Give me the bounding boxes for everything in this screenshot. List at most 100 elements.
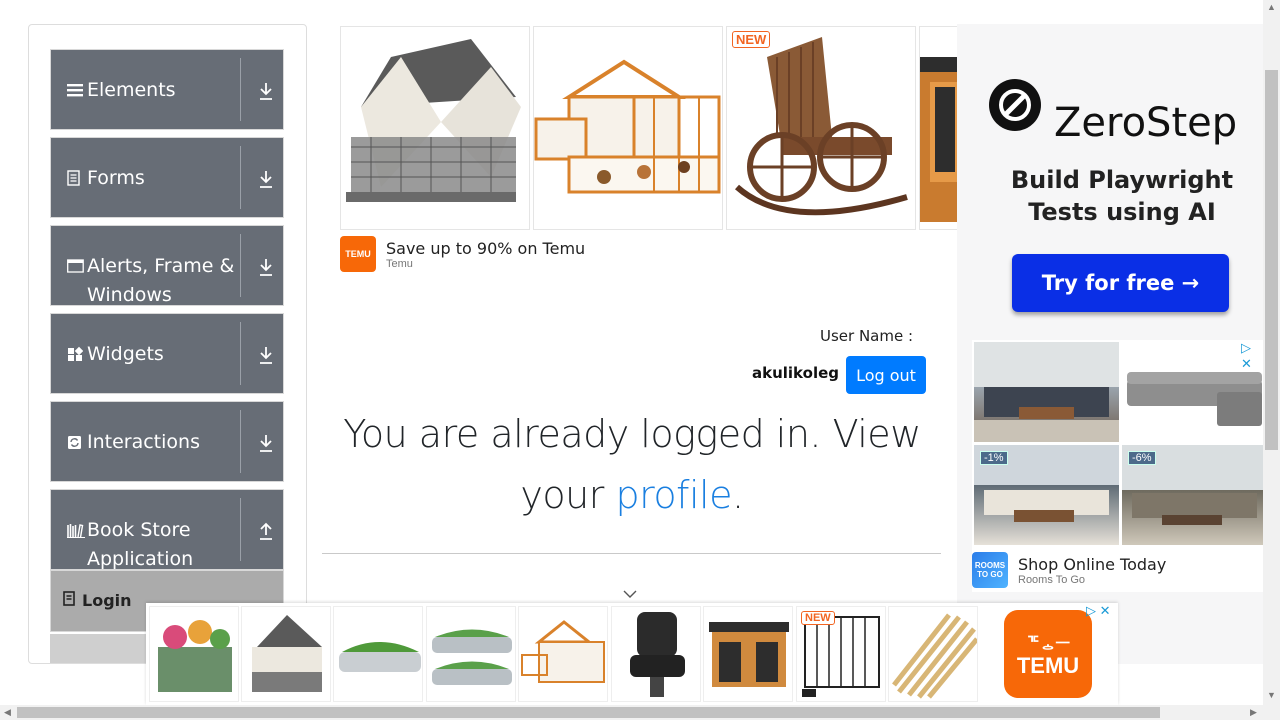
- vertical-scrollbar[interactable]: ▲ ▼: [1263, 0, 1280, 705]
- form-icon: [67, 166, 87, 195]
- scrollbar-thumb[interactable]: [17, 707, 1160, 718]
- ad-product-fence[interactable]: NEW: [796, 606, 886, 702]
- books-icon: [67, 518, 87, 574]
- login-icon: [63, 591, 76, 610]
- sidebar-group-elements[interactable]: Elements: [50, 49, 284, 130]
- sidebar-group-interactions[interactable]: Interactions: [50, 401, 284, 482]
- planter-image: [432, 629, 512, 685]
- ad-product-rocking-chair[interactable]: NEW: [726, 26, 916, 230]
- download-icon: [260, 83, 272, 100]
- sidebar-group-label: Book Store Application: [87, 519, 194, 570]
- sidebar: Elements Forms Alerts, Frame & Windows W…: [28, 24, 307, 664]
- rooms-to-go-ad[interactable]: -1% -6% ROOMS TO GO Shop Online Today Ro…: [972, 340, 1265, 592]
- ad-title: Shop Online Today: [1018, 554, 1167, 574]
- zerostep-logo-icon: [989, 79, 1041, 131]
- ad-product-chicken-coop[interactable]: [533, 26, 723, 230]
- divider: [240, 58, 241, 121]
- ad-source: Temu: [386, 257, 413, 270]
- scroll-down-icon[interactable]: ▼: [1267, 690, 1276, 700]
- message-period: .: [731, 473, 744, 517]
- sidebar-group-bookstore[interactable]: Book Store Application: [50, 489, 284, 570]
- temu-logo: TEMU: [340, 236, 376, 272]
- chevron-down-icon[interactable]: [622, 588, 638, 600]
- divider: [240, 146, 241, 209]
- new-badge: NEW: [801, 611, 835, 625]
- divider: [240, 498, 241, 561]
- interactions-icon: [67, 430, 87, 459]
- ad-product-planter-1[interactable]: [149, 606, 239, 702]
- ad-source: Rooms To Go: [1018, 573, 1086, 586]
- ad-product-sofa-3[interactable]: -1%: [974, 445, 1119, 545]
- temu-logo[interactable]: ᅚᇰᅳ TEMU: [1004, 610, 1092, 698]
- zerostep-ad[interactable]: ZeroStep Build Playwright Tests using AI…: [957, 24, 1265, 664]
- adchoices-icon[interactable]: ▷ ✕: [1241, 340, 1265, 372]
- sidebar-group-forms[interactable]: Forms: [50, 137, 284, 218]
- zerostep-subtitle: Build Playwright Tests using AI: [1010, 166, 1234, 226]
- download-icon: [260, 259, 272, 276]
- download-icon: [260, 347, 272, 364]
- upload-icon: [260, 522, 272, 540]
- scroll-left-icon[interactable]: ◀: [4, 707, 11, 718]
- sidebar-group-label: Elements: [87, 79, 176, 101]
- logout-button[interactable]: Log out: [846, 356, 926, 394]
- sidebar-group-label: Forms: [87, 167, 145, 189]
- username-label: User Name :: [820, 327, 914, 345]
- planter-image: [339, 642, 421, 672]
- planter-image: [158, 620, 232, 692]
- download-icon: [260, 171, 272, 188]
- divider: [240, 410, 241, 473]
- rtg-logo-text: ROOMS TO GO: [974, 561, 1006, 579]
- chicken-coop-image: [521, 620, 605, 683]
- ad-product-dog-house[interactable]: [703, 606, 793, 702]
- ad-product-sofa-1[interactable]: [974, 342, 1119, 442]
- ad-product-tent-bed[interactable]: [340, 26, 530, 230]
- temu-ad-banner[interactable]: NEW TEMU Save up to 90% on Temu Temu: [340, 26, 999, 276]
- username-value: akulikoleg: [752, 364, 839, 382]
- rocking-chair-image: [734, 37, 908, 216]
- scroll-right-icon[interactable]: ▶: [1250, 707, 1257, 718]
- logged-in-message: You are already logged in. View your pro…: [330, 404, 934, 526]
- try-for-free-button[interactable]: Try for free →: [1012, 254, 1229, 312]
- new-badge: NEW: [732, 31, 771, 48]
- dog-house-image: [709, 622, 789, 687]
- divider: [240, 322, 241, 385]
- bamboo-stakes-image: [892, 613, 977, 699]
- bottom-temu-ad[interactable]: NEW ᅚᇰᅳ TEMU ▷ ✕: [146, 603, 1118, 705]
- sidebar-group-label: Interactions: [87, 431, 200, 453]
- discount-badge: -1%: [980, 451, 1008, 465]
- ad-product-chicken-coop[interactable]: [518, 606, 608, 702]
- scroll-up-icon[interactable]: ▲: [1267, 2, 1276, 12]
- divider: [240, 234, 241, 297]
- ad-product-planter-3[interactable]: [426, 606, 516, 702]
- discount-badge: -6%: [1128, 451, 1156, 465]
- scrollbar-thumb[interactable]: [1265, 70, 1278, 450]
- profile-link[interactable]: profile: [615, 473, 732, 517]
- temu-logo-glyphs: ᅚᇰᅳ: [1025, 635, 1071, 652]
- sidebar-item-label: Login: [82, 591, 132, 610]
- tent-bed-image: [252, 615, 322, 692]
- ad-product-planter-2[interactable]: [333, 606, 423, 702]
- sidebar-group-label: Alerts, Frame & Windows: [87, 255, 235, 306]
- ad-product-tent-bed[interactable]: [241, 606, 331, 702]
- ad-product-bamboo[interactable]: [888, 606, 978, 702]
- horizontal-scrollbar[interactable]: ◀ ▶: [0, 705, 1280, 720]
- sidebar-group-alerts[interactable]: Alerts, Frame & Windows: [50, 225, 284, 306]
- chicken-coop-image: [534, 59, 721, 194]
- download-icon: [260, 435, 272, 452]
- widgets-icon: [67, 342, 87, 371]
- ad-footer[interactable]: TEMU Save up to 90% on Temu Temu: [340, 234, 585, 274]
- tent-bed-image: [346, 39, 521, 202]
- sidebar-group-widgets[interactable]: Widgets: [50, 313, 284, 394]
- ad-title: Save up to 90% on Temu: [386, 238, 586, 258]
- ad-product-seat[interactable]: [611, 606, 701, 702]
- page: Elements Forms Alerts, Frame & Windows W…: [0, 0, 1280, 720]
- sidebar-group-label: Widgets: [87, 343, 164, 365]
- seat-image: [630, 612, 685, 697]
- ad-footer[interactable]: ROOMS TO GO Shop Online Today Rooms To G…: [972, 548, 1166, 592]
- menu-icon: [67, 78, 87, 107]
- temu-logo-text: TEMU: [1016, 653, 1080, 678]
- adchoices-icon[interactable]: ▷ ✕: [1086, 603, 1111, 619]
- temu-logo-text: TEMU: [345, 249, 371, 259]
- ad-product-sofa-4[interactable]: -6%: [1122, 445, 1265, 545]
- rooms-to-go-logo: ROOMS TO GO: [972, 552, 1008, 588]
